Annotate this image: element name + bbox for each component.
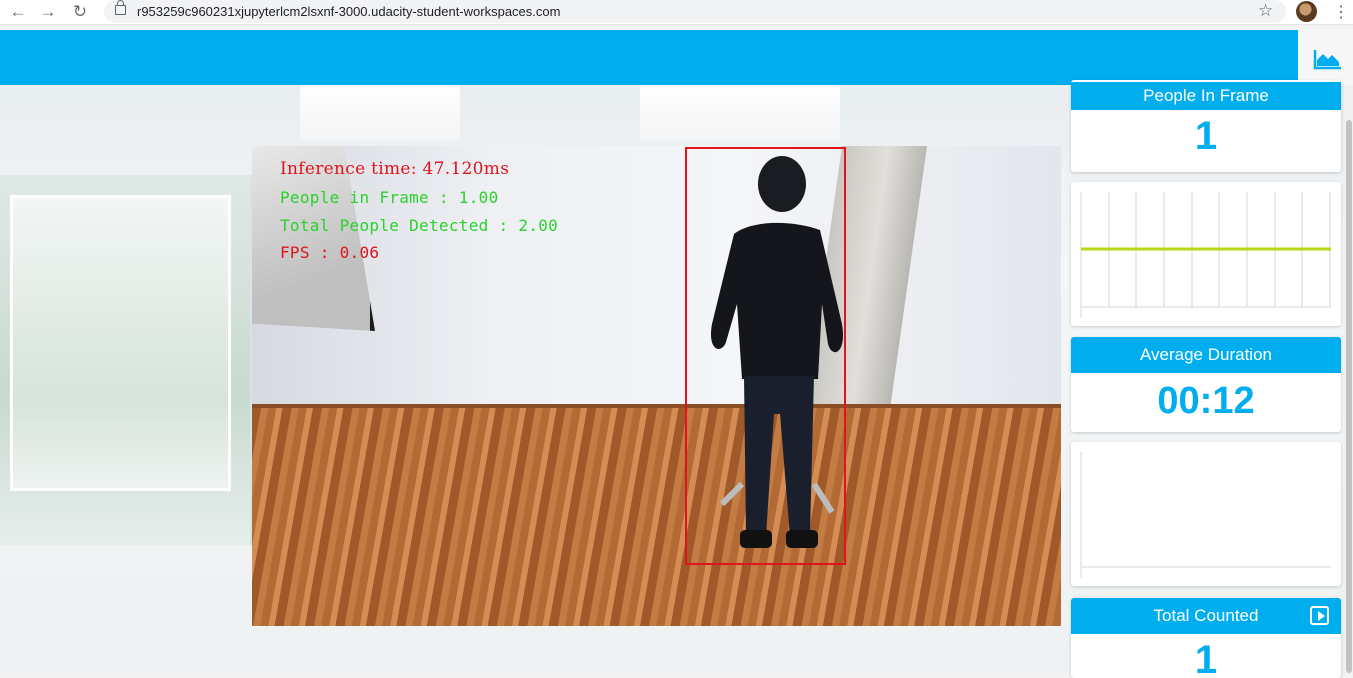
inference-time-text: Inference time: 47.120ms [280, 159, 510, 179]
total-detected-text: Total People Detected : 2.00 [280, 216, 559, 235]
total-counted-value: 1 [1194, 638, 1218, 678]
people-in-frame-label: People In Frame [1071, 82, 1341, 110]
back-icon[interactable]: ← [8, 2, 28, 22]
avatar[interactable] [1296, 1, 1317, 22]
average-duration-card: Average Duration 00:12 [1071, 337, 1341, 432]
ceiling-light [300, 85, 460, 140]
play-box-icon[interactable] [1310, 606, 1329, 625]
duration-chart [1071, 442, 1341, 586]
url-text[interactable]: r953259c960231xjupyterlcm2lsxnf-3000.uda… [137, 4, 560, 19]
people-in-frame-card: People In Frame 1 [1071, 80, 1341, 172]
total-counted-header: Total Counted [1071, 598, 1341, 634]
scrollbar-thumb[interactable] [1346, 120, 1352, 673]
ceiling-light [640, 85, 840, 140]
fps-text: FPS : 0.06 [280, 243, 380, 262]
detection-bounding-box [685, 147, 846, 565]
lock-icon[interactable] [115, 0, 126, 15]
people-in-frame-text: People in Frame : 1.00 [280, 188, 499, 207]
total-counted-card: Total Counted 1 [1071, 598, 1341, 678]
browser-toolbar: ← → ↻ r953259c960231xjupyterlcm2lsxnf-30… [0, 0, 1353, 25]
total-counted-label: Total Counted [1153, 606, 1259, 625]
more-vert-icon[interactable]: ⋮ [1333, 2, 1349, 22]
average-duration-value: 00:12 [1157, 380, 1255, 422]
people-in-frame-value: 1 [1194, 114, 1218, 158]
video-floor [252, 408, 1061, 626]
duration-chart-svg [1080, 452, 1331, 578]
video-frame: Inference time: 47.120ms People in Frame… [252, 146, 1061, 626]
forward-icon[interactable]: → [38, 2, 58, 22]
video-wall [252, 146, 1061, 411]
background-window [0, 175, 256, 545]
reload-icon[interactable]: ↻ [70, 2, 90, 22]
app-header [0, 30, 1353, 85]
area-chart-icon [1313, 50, 1341, 70]
people-in-frame-chart [1071, 182, 1341, 326]
people-chart-svg [1080, 192, 1331, 318]
star-icon[interactable]: ☆ [1258, 1, 1273, 21]
average-duration-label: Average Duration [1071, 337, 1341, 373]
stats-toggle-button[interactable] [1298, 30, 1353, 85]
